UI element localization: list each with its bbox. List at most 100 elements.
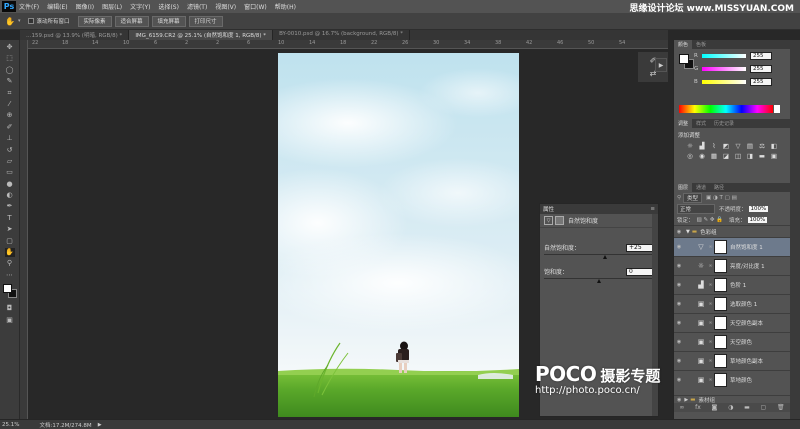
eye-icon[interactable]: ◉ <box>674 263 684 269</box>
stamp-tool-icon[interactable]: ⊥ <box>5 134 15 143</box>
gradient-map-adjust-icon[interactable]: ▬ <box>756 151 768 161</box>
layer-name[interactable]: 亮度/对比度 1 <box>730 262 765 270</box>
layer-group-row[interactable]: ◉ ▼ ▬ 色彩组 <box>674 225 791 237</box>
tab-layers[interactable]: 图层 <box>674 183 693 192</box>
properties-tab[interactable]: 属性 ≡ <box>540 204 658 214</box>
menu-layer[interactable]: 图层(L) <box>102 2 122 11</box>
menu-view[interactable]: 视图(V) <box>215 2 236 11</box>
eye-icon[interactable]: ◉ <box>674 320 684 326</box>
healing-tool-icon[interactable]: ⊕ <box>5 111 15 120</box>
menu-select[interactable]: 选择(S) <box>158 2 179 11</box>
layer-mask-thumbnail[interactable] <box>714 373 727 387</box>
menu-filter[interactable]: 滤镜(T) <box>187 2 207 11</box>
layer-mask-thumbnail[interactable] <box>714 240 727 254</box>
blur-tool-icon[interactable]: ● <box>5 180 15 189</box>
eye-icon[interactable]: ◉ <box>674 377 684 383</box>
vibrance-input[interactable]: +25 <box>626 243 654 252</box>
color-balance-adjust-icon[interactable]: ⚖ <box>756 141 768 151</box>
filter-pixel-icon[interactable]: ▣ ◑ T ▢ ▤ <box>706 195 737 201</box>
layer-name[interactable]: 天空颜色 <box>730 338 752 346</box>
invert-adjust-icon[interactable]: ◪ <box>720 151 732 161</box>
trash-icon[interactable]: 🗑 <box>777 404 785 411</box>
panel-menu-icon[interactable]: ≡ <box>650 206 655 212</box>
vibrance-adjust-button-icon[interactable]: ▽ <box>732 141 744 151</box>
posterize-adjust-icon[interactable]: ◫ <box>732 151 744 161</box>
eye-icon[interactable]: ◉ <box>674 358 684 364</box>
fit-screen-button[interactable]: 适合屏幕 <box>114 15 149 27</box>
layer-name[interactable]: 天空颜色副本 <box>730 319 763 327</box>
new-layer-icon[interactable]: ▢ <box>761 404 767 411</box>
eye-icon[interactable]: ◉ <box>674 339 684 345</box>
group-expand-icon[interactable]: ▼ <box>686 229 690 235</box>
layer-name[interactable]: 草地颜色副本 <box>730 357 763 365</box>
eye-icon[interactable]: ◉ <box>677 397 681 403</box>
tab-paths[interactable]: 路径 <box>710 183 728 192</box>
brightness-adjust-icon[interactable]: ☼ <box>684 141 696 151</box>
opacity-input[interactable]: 100% <box>748 205 769 212</box>
layer-row[interactable]: ◉ ▣ ∞ 天空颜色副本 <box>674 313 791 332</box>
saturation-slider-thumb[interactable] <box>596 279 601 283</box>
group-collapse-icon[interactable]: ▶ <box>684 397 688 403</box>
saturation-input[interactable]: 0 <box>626 267 654 276</box>
tab-doc-1[interactable]: …159.psd @ 13.9% (明暗, RGB/8) * <box>20 30 130 40</box>
color-fg-swatch[interactable] <box>679 54 689 64</box>
move-tool-icon[interactable]: ✥ <box>5 43 15 52</box>
document-canvas[interactable] <box>278 53 519 417</box>
shape-tool-icon[interactable]: ▢ <box>5 237 15 246</box>
hand-tool-icon[interactable]: ✋ <box>4 248 15 258</box>
eye-icon[interactable]: ◉ <box>674 244 684 250</box>
vibrance-slider-thumb[interactable] <box>603 255 608 259</box>
link-layers-icon[interactable]: ∞ <box>679 404 684 411</box>
layer-name[interactable]: 选取颜色 1 <box>730 300 757 308</box>
r-input[interactable]: 255 <box>750 52 772 60</box>
preset-dropdown-icon[interactable]: ▾ <box>18 18 21 24</box>
tab-doc-2[interactable]: IMG_6159.CR2 @ 25.1% (自然饱和度 1, RGB/8) * <box>129 30 274 40</box>
new-group-icon[interactable]: ▬ <box>744 404 750 411</box>
color-spectrum-bar[interactable] <box>679 105 773 113</box>
color-lookup-adjust-icon[interactable]: ▦ <box>708 151 720 161</box>
menu-window[interactable]: 窗口(W) <box>244 2 267 11</box>
g-input[interactable]: 255 <box>750 65 772 73</box>
path-select-tool-icon[interactable]: ➤ <box>5 225 15 234</box>
selective-color-adjust-icon[interactable]: ▣ <box>768 151 780 161</box>
play-icon[interactable]: ▶ <box>655 58 667 72</box>
layer-name[interactable]: 色阶 1 <box>730 281 746 289</box>
b-slider[interactable] <box>702 80 746 84</box>
print-size-button[interactable]: 打印尺寸 <box>188 15 223 27</box>
channel-mixer-adjust-icon[interactable]: ◉ <box>696 151 708 161</box>
layer-mask-thumbnail[interactable] <box>714 278 727 292</box>
tab-channels[interactable]: 通道 <box>692 183 710 192</box>
tab-history[interactable]: 历史记录 <box>710 119 738 128</box>
more-tools-icon[interactable]: ⋯ <box>5 271 15 280</box>
zoom-level[interactable]: 25.1% <box>2 422 19 428</box>
hand-tool-preset-icon[interactable]: ✋ <box>5 17 15 26</box>
history-brush-tool-icon[interactable]: ↺ <box>5 146 15 155</box>
tab-color[interactable]: 颜色 <box>674 40 693 49</box>
marquee-tool-icon[interactable]: ⬚ <box>5 54 15 63</box>
gradient-tool-icon[interactable]: ▭ <box>5 168 15 177</box>
lasso-tool-icon[interactable]: ◯ <box>5 66 15 75</box>
layer-row[interactable]: ◉ ▣ ∞ 草地颜色副本 <box>674 351 791 370</box>
curves-adjust-icon[interactable]: ⌇ <box>708 141 720 151</box>
menu-edit[interactable]: 编辑(E) <box>47 2 67 11</box>
mask-mode-icon[interactable] <box>555 216 564 225</box>
new-adjustment-icon[interactable]: ◑ <box>728 404 733 411</box>
layer-row[interactable]: ◉ ▟ ∞ 色阶 1 <box>674 275 791 294</box>
threshold-adjust-icon[interactable]: ◨ <box>744 151 756 161</box>
lock-icons[interactable]: ▨ ✎ ✥ 🔒 <box>697 217 724 223</box>
zoom-tool-icon[interactable]: ⚲ <box>5 259 15 268</box>
screen-mode-icon[interactable]: ▣ <box>5 316 15 325</box>
layer-mask-thumbnail[interactable] <box>714 259 727 273</box>
status-menu-icon[interactable]: ▶ <box>98 422 102 428</box>
levels-adjust-icon[interactable]: ▟ <box>696 141 708 151</box>
layer-mask-thumbnail[interactable] <box>714 297 727 311</box>
tab-doc-3[interactable]: BY-0010.psd @ 16.7% (background, RGB/8) … <box>273 30 411 40</box>
type-tool-icon[interactable]: T <box>5 214 15 223</box>
pen-tool-icon[interactable]: ✒ <box>5 202 15 211</box>
crop-tool-icon[interactable]: ⌗ <box>5 89 15 98</box>
hue-sat-adjust-icon[interactable]: ▤ <box>744 141 756 151</box>
r-slider[interactable] <box>702 54 746 58</box>
layer-mask-thumbnail[interactable] <box>714 335 727 349</box>
scroll-all-checkbox[interactable] <box>28 18 35 24</box>
quick-mask-icon[interactable]: ◘ <box>5 304 15 313</box>
